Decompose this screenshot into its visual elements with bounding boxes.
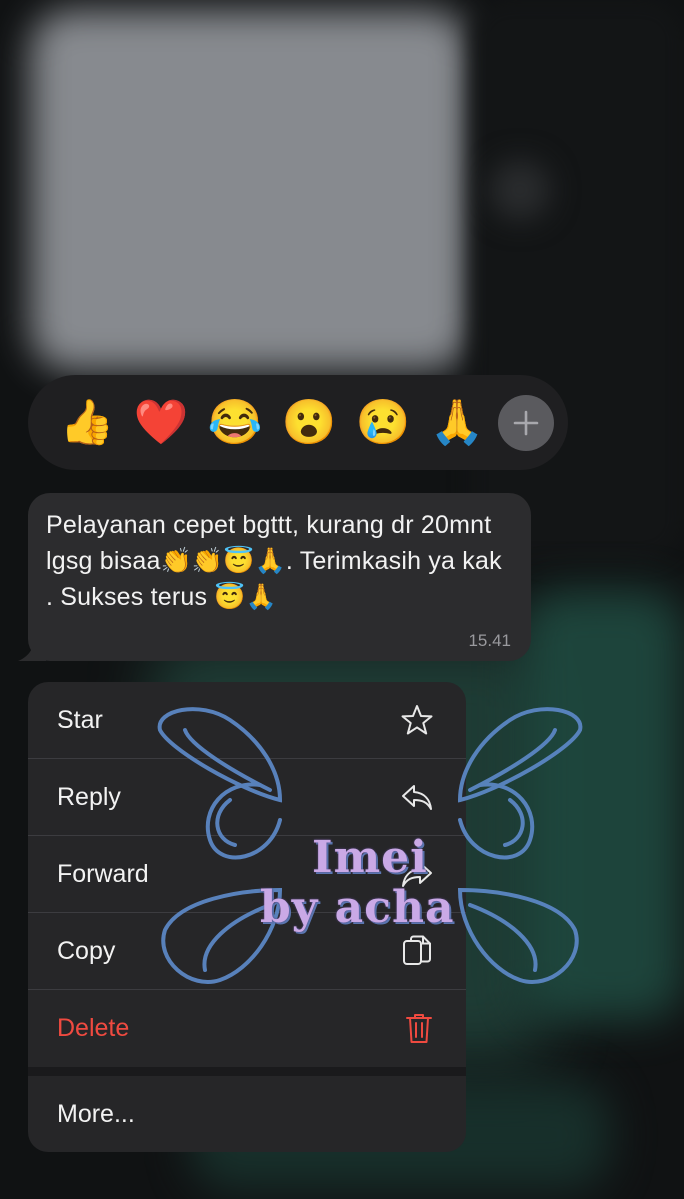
menu-item-label: Delete [57,1013,130,1042]
menu-item-copy[interactable]: Copy [28,913,466,989]
menu-item-label: Reply [57,782,121,811]
red-heart-icon[interactable]: ❤️ [124,386,198,460]
menu-item-label: Copy [57,936,116,965]
reply-icon [400,782,434,812]
copy-icon [400,933,434,969]
bubble-tail [18,639,46,661]
reaction-bar: 👍 ❤️ 😂 😮 😢 🙏 [28,375,568,470]
menu-item-label: Forward [57,859,149,888]
thumbs-up-icon[interactable]: 👍 [50,386,124,460]
message-bubble[interactable]: Pelayanan cepet bgttt, kurang dr 20mnt l… [18,493,531,661]
context-menu: Star Reply Forward Copy Delete More... [28,682,466,1152]
tears-of-joy-icon[interactable]: 😂 [198,386,272,460]
crying-face-icon[interactable]: 😢 [346,386,420,460]
message-text: Pelayanan cepet bgttt, kurang dr 20mnt l… [46,511,502,611]
menu-item-label: More... [57,1099,135,1128]
menu-item-star[interactable]: Star [28,682,466,758]
menu-item-reply[interactable]: Reply [28,759,466,835]
folded-hands-icon[interactable]: 🙏 [420,386,494,460]
message-timestamp: 15.41 [468,631,511,650]
trash-icon [404,1011,434,1045]
star-icon [400,703,434,737]
menu-item-more[interactable]: More... [28,1076,466,1152]
more-reactions-button[interactable] [498,394,554,451]
plus-icon [513,410,539,435]
surprised-face-icon[interactable]: 😮 [272,386,346,460]
menu-item-delete[interactable]: Delete [28,990,466,1066]
forward-icon [400,859,434,889]
menu-item-forward[interactable]: Forward [28,836,466,912]
menu-item-label: Star [57,705,103,734]
